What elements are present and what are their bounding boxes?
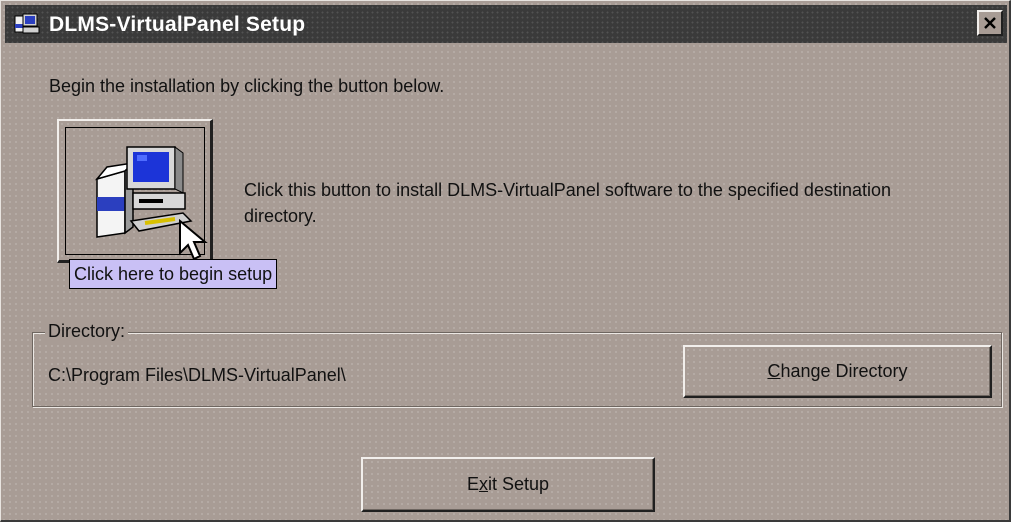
close-icon xyxy=(984,17,996,29)
window-title: DLMS-VirtualPanel Setup xyxy=(49,13,306,36)
instruction-text: Begin the installation by clicking the b… xyxy=(49,76,445,96)
close-button[interactable] xyxy=(977,10,1003,36)
exit-setup-button[interactable]: Exit Setup xyxy=(361,457,655,512)
title-bar[interactable]: DLMS-VirtualPanel Setup xyxy=(5,5,1007,43)
exit-setup-label: Exit Setup xyxy=(466,474,550,494)
directory-path: C:\Program Files\DLMS-VirtualPanel\ xyxy=(48,365,346,385)
directory-label: Directory: xyxy=(45,321,129,342)
computer-setup-icon xyxy=(94,146,193,238)
change-directory-button[interactable]: Change Directory xyxy=(683,345,992,398)
setup-description: Click this button to install DLMS-Virtua… xyxy=(244,180,891,226)
mouse-cursor-icon xyxy=(179,219,208,261)
setup-tooltip: Click here to begin setup xyxy=(69,259,278,289)
setup-dialog: DLMS-VirtualPanel Setup Begin the instal… xyxy=(0,0,1011,522)
setup-app-icon xyxy=(14,13,40,34)
change-directory-label: Change Directory xyxy=(767,361,908,381)
